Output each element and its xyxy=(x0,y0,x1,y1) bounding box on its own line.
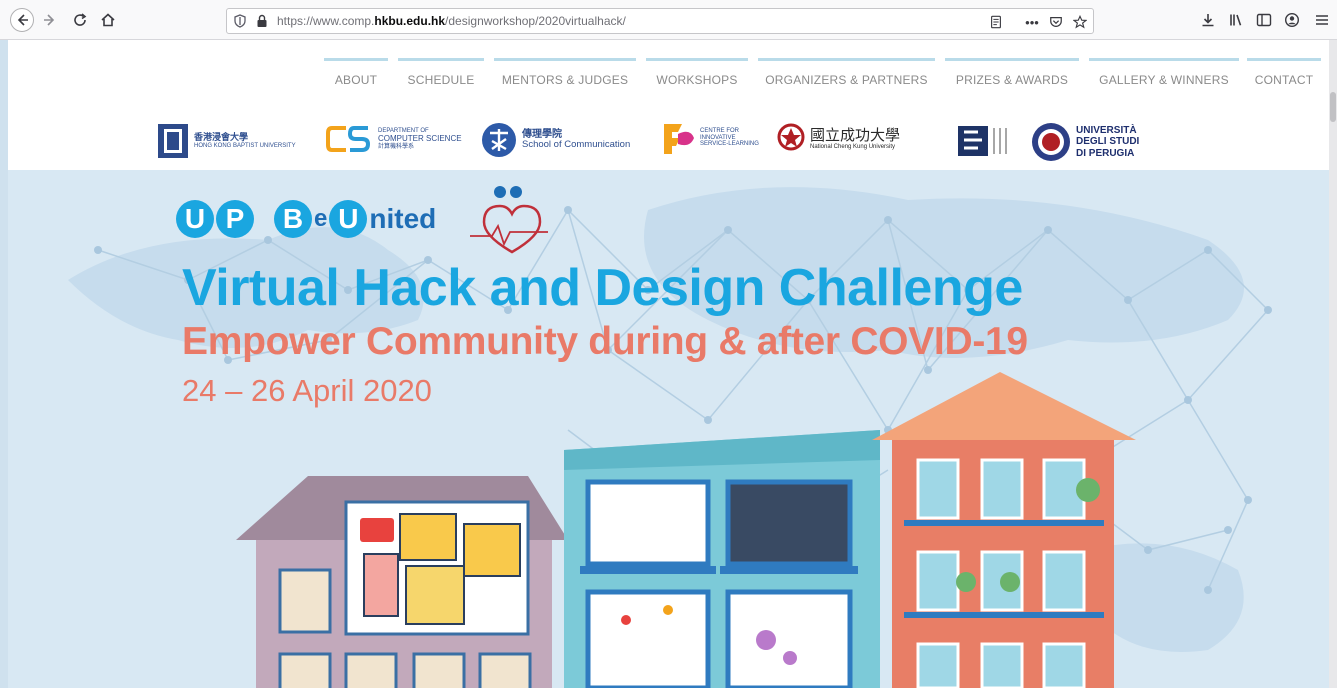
page-actions-button[interactable]: ••• xyxy=(1023,13,1041,31)
hkbu-crest-icon xyxy=(158,124,188,158)
sidebar-icon xyxy=(1256,13,1272,27)
back-icon xyxy=(17,14,28,26)
url-prefix: https://www.comp. xyxy=(277,14,375,28)
downloads-button[interactable] xyxy=(1196,8,1220,32)
cs-logo-icon xyxy=(326,126,371,152)
partner-logos: 香港浸會大學 HONG KONG BAPTIST UNIVERSITY DEPA… xyxy=(8,118,1329,168)
hero-subtitle: Empower Community during & after COVID-1… xyxy=(182,320,1028,363)
ncku-crest-icon xyxy=(777,123,805,151)
be-letter-e: e xyxy=(314,205,328,232)
nav-contact[interactable]: CONTACT xyxy=(1247,58,1321,88)
menu-button[interactable] xyxy=(1310,8,1334,32)
hero-title: Virtual Hack and Design Challenge xyxy=(182,259,1023,317)
account-button[interactable] xyxy=(1280,8,1304,32)
nav-organizers-partners[interactable]: ORGANIZERS & PARTNERS xyxy=(758,58,935,88)
lock-icon[interactable] xyxy=(256,14,268,28)
url-path: /designworkshop/2020virtualhack/ xyxy=(445,14,626,28)
url-text[interactable]: https://www.comp.hkbu.edu.hk/designworks… xyxy=(277,14,626,28)
library-icon xyxy=(1230,14,1242,26)
comm-en-name: School of Communication xyxy=(522,139,631,151)
left-house xyxy=(236,476,568,688)
perugia-line1: UNIVERSITÀ xyxy=(1076,124,1137,136)
library-button[interactable] xyxy=(1224,8,1248,32)
hero-illustration xyxy=(68,186,1272,688)
ncku-logo[interactable]: 國立成功大學 National Cheng Kung University xyxy=(776,123,900,155)
perugia-seal-icon xyxy=(1032,123,1070,161)
csil-line3: SERVICE-LEARNING xyxy=(700,141,759,148)
middle-building xyxy=(564,430,880,688)
beat-the-virus-badge xyxy=(470,186,548,254)
perugia-line3: DI PERUGIA xyxy=(1076,147,1135,159)
csil-line2: INNOVATIVE xyxy=(700,134,736,141)
browser-toolbar: https://www.comp.hkbu.edu.hk/designworks… xyxy=(0,0,1337,40)
hkbu-en-name: HONG KONG BAPTIST UNIVERSITY xyxy=(194,142,296,149)
united-suffix: nited xyxy=(369,203,437,234)
csil-logo-icon xyxy=(664,124,694,154)
download-icon xyxy=(1202,14,1214,27)
sidebar-button[interactable] xyxy=(1252,8,1276,32)
url-bar[interactable]: https://www.comp.hkbu.edu.hk/designworks… xyxy=(226,8,1094,34)
reader-view-icon xyxy=(991,15,1001,29)
back-button[interactable] xyxy=(10,8,34,32)
site-nav: ABOUT SCHEDULE MENTORS & JUDGES WORKSHOP… xyxy=(8,40,1329,110)
perugia-logo[interactable]: UNIVERSITÀ DEGLI STUDI DI PERUGIA xyxy=(1030,121,1139,163)
bookmark-star-icon xyxy=(1073,15,1087,29)
polytechnic-partner-logo[interactable] xyxy=(956,124,1008,158)
shield-icon[interactable] xyxy=(233,14,247,28)
school-of-communication-logo[interactable]: 傳理學院 School of Communication xyxy=(480,121,630,159)
nav-prizes-awards[interactable]: PRIZES & AWARDS xyxy=(945,58,1079,88)
cs-cn-name: 計算機科學系 xyxy=(378,143,415,150)
nav-gallery-winners[interactable]: GALLERY & WINNERS xyxy=(1089,58,1239,88)
partner-emblem-icon xyxy=(958,126,1007,156)
ncku-en-name: National Cheng Kung University xyxy=(810,144,896,151)
reload-icon xyxy=(74,13,87,26)
up-letter-u: U xyxy=(176,200,214,238)
be-letter-b: B xyxy=(274,200,312,238)
right-building xyxy=(872,372,1136,688)
menu-icon xyxy=(1316,15,1328,25)
cs-line2: COMPUTER SCIENCE xyxy=(378,134,462,144)
csil-logo[interactable]: CENTRE FOR INNOVATIVE SERVICE-LEARNING xyxy=(660,120,759,156)
pocket-icon xyxy=(1050,17,1062,27)
up-letter-p: P xyxy=(216,200,254,238)
comm-logo-icon xyxy=(482,123,516,157)
nav-about[interactable]: ABOUT xyxy=(324,58,388,88)
hkbu-logo[interactable]: 香港浸會大學 HONG KONG BAPTIST UNIVERSITY xyxy=(156,122,296,160)
reader-view-button[interactable] xyxy=(987,13,1005,31)
nav-schedule[interactable]: SCHEDULE xyxy=(398,58,484,88)
up-beunited-logo: U P B e U nited xyxy=(176,200,436,238)
united-letter-u: U xyxy=(329,200,368,238)
forward-icon xyxy=(44,14,55,26)
hero-date: 24 – 26 April 2020 xyxy=(182,373,432,408)
csil-line1: CENTRE FOR xyxy=(700,127,739,134)
nav-mentors-judges[interactable]: MENTORS & JUDGES xyxy=(494,58,636,88)
cs-dept-logo[interactable]: DEPARTMENT OF COMPUTER SCIENCE 計算機科學系 xyxy=(326,124,462,154)
page-scrollbar[interactable] xyxy=(1329,40,1337,688)
more-icon: ••• xyxy=(1025,14,1039,30)
home-icon xyxy=(101,13,115,27)
account-icon xyxy=(1284,12,1300,28)
perugia-line2: DEGLI STUDI xyxy=(1076,136,1140,148)
cs-line1: DEPARTMENT OF xyxy=(378,127,429,134)
hkbu-cn-name: 香港浸會大學 xyxy=(194,132,249,143)
nav-workshops[interactable]: WORKSHOPS xyxy=(646,58,748,88)
hero-banner: U P B e U nited Virtual Hack and Design … xyxy=(8,170,1329,688)
forward-button[interactable] xyxy=(38,8,62,32)
home-button[interactable] xyxy=(96,8,120,32)
page-viewport: ABOUT SCHEDULE MENTORS & JUDGES WORKSHOP… xyxy=(8,40,1329,688)
scrollbar-thumb[interactable] xyxy=(1330,92,1336,122)
pocket-button[interactable] xyxy=(1047,13,1065,31)
url-domain: hkbu.edu.hk xyxy=(374,14,446,28)
reload-button[interactable] xyxy=(68,8,92,32)
bookmark-button[interactable] xyxy=(1071,13,1089,31)
ncku-cn-name: 國立成功大學 xyxy=(810,126,901,144)
